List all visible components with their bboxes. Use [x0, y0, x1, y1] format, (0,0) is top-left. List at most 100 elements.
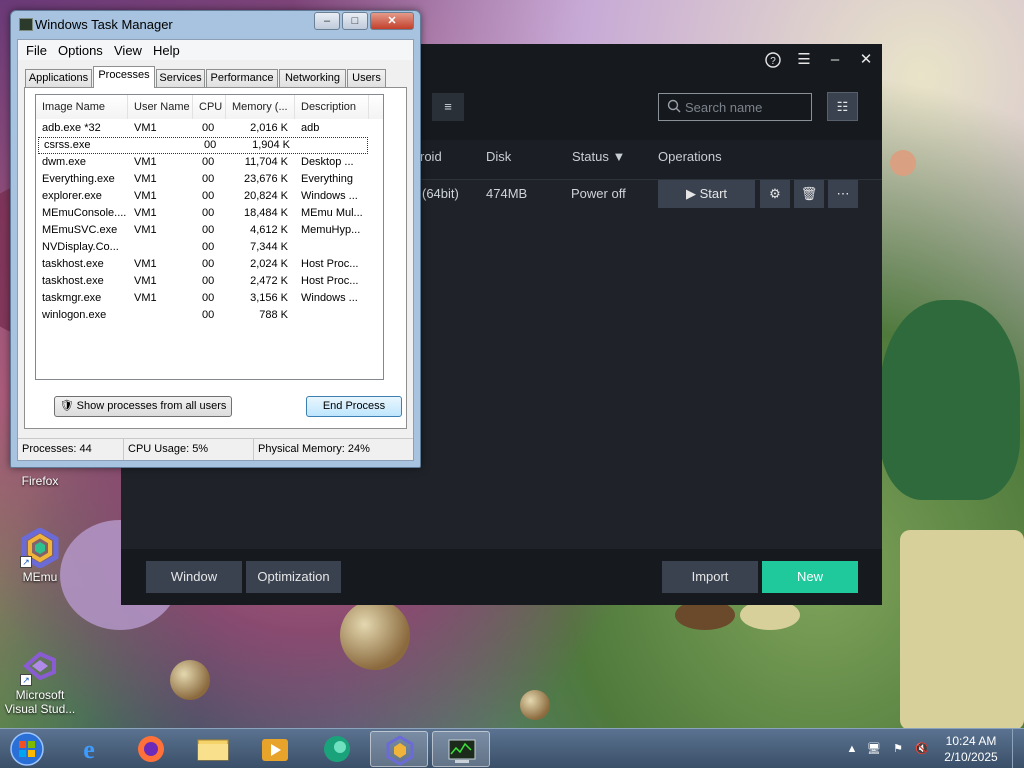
more-icon: ⋯ [836, 186, 850, 201]
process-cpu: 00 [202, 224, 215, 236]
column-status[interactable]: Status ▼ [572, 149, 625, 164]
process-cpu: 00 [202, 309, 215, 321]
process-image-name: taskhost.exe [42, 258, 104, 270]
process-memory: 23,676 K [243, 173, 288, 185]
tab-applications[interactable]: Applications [25, 69, 92, 87]
minimize-button[interactable]: – [314, 12, 340, 30]
filter-icon: ▼ [612, 149, 626, 164]
process-user-name: VM1 [134, 224, 157, 236]
search-input[interactable] [685, 98, 805, 116]
close-button[interactable]: ✕ [370, 12, 414, 30]
process-row[interactable]: MEmuSVC.exe VM1 00 4,612 K MemuHyp... [36, 222, 383, 239]
show-hidden-icons[interactable]: ▲ [845, 742, 859, 756]
process-user-name: VM1 [134, 207, 157, 219]
taskbar-media-player[interactable] [246, 731, 304, 767]
tab-services[interactable]: Services [156, 69, 205, 87]
process-row[interactable]: MEmuConsole.... VM1 00 18,484 K MEmu Mul... [36, 205, 383, 222]
list-view-button[interactable]: ☷ [827, 92, 858, 121]
process-row[interactable]: taskmgr.exe VM1 00 3,156 K Windows ... [36, 290, 383, 307]
process-cpu: 00 [202, 258, 215, 270]
process-list[interactable]: Image Name User Name CPU Memory (... Des… [35, 94, 384, 380]
new-button[interactable]: New [762, 561, 858, 593]
start-button[interactable] [4, 730, 50, 768]
menu-view[interactable]: View [114, 43, 142, 58]
process-row[interactable]: Everything.exe VM1 00 23,676 K Everything [36, 171, 383, 188]
process-image-name: taskmgr.exe [42, 292, 102, 304]
menu-file[interactable]: File [26, 43, 47, 58]
header-user-name[interactable]: User Name [128, 95, 193, 119]
tab-users[interactable]: Users [347, 69, 386, 87]
desktop-icon-memu[interactable]: ↗ MEmu [0, 527, 80, 584]
taskbar-memu[interactable] [370, 731, 428, 767]
task-manager-icon [448, 739, 476, 763]
search-box[interactable] [658, 93, 812, 121]
taskbar-firefox[interactable] [122, 731, 180, 767]
network-icon[interactable]: 🖥 [867, 742, 881, 756]
volume-muted-icon[interactable]: 🔇 [915, 742, 929, 756]
maximize-button[interactable]: □ [342, 12, 368, 30]
header-description[interactable]: Description [295, 95, 369, 119]
process-row[interactable]: explorer.exe VM1 00 20,824 K Windows ... [36, 188, 383, 205]
edge-icon [324, 736, 350, 762]
header-image-name[interactable]: Image Name [36, 95, 128, 119]
close-icon[interactable]: ✕ [857, 51, 875, 69]
tab-networking[interactable]: Networking [279, 69, 346, 87]
header-cpu[interactable]: CPU [193, 95, 226, 119]
file-explorer-icon [197, 739, 229, 761]
taskbar-edge[interactable] [308, 731, 366, 767]
taskbar-internet-explorer[interactable]: e [60, 731, 118, 767]
process-memory: 20,824 K [243, 190, 288, 202]
process-row[interactable]: dwm.exe VM1 00 11,704 K Desktop ... [36, 154, 383, 171]
process-memory: 2,472 K [250, 275, 288, 287]
gear-icon: ⚙ [769, 186, 781, 201]
clock-date: 2/10/2025 [944, 750, 998, 764]
tab-performance[interactable]: Performance [206, 69, 278, 87]
hamburger-button[interactable]: ≡ [432, 93, 464, 121]
clock[interactable]: 10:24 AM 2/10/2025 [935, 733, 1007, 765]
show-all-processes-label: Show processes from all users [76, 400, 227, 412]
desktop-icon-firefox[interactable]: Firefox [0, 474, 80, 488]
start-button[interactable]: ▶ Start [658, 180, 755, 208]
process-image-name: explorer.exe [42, 190, 102, 202]
process-row[interactable]: NVDisplay.Co... 00 7,344 K [36, 239, 383, 256]
settings-button[interactable]: ⚙ [760, 180, 790, 208]
end-process-button[interactable]: End Process [306, 396, 402, 417]
instance-android: (64bit) [422, 186, 459, 201]
memu-icon: ↗ [20, 527, 60, 569]
process-cpu: 00 [202, 241, 215, 253]
help-icon[interactable]: ? [764, 51, 782, 69]
optimization-button[interactable]: Optimization [246, 561, 341, 593]
process-row[interactable]: adb.exe *32 VM1 00 2,016 K adb [36, 120, 383, 137]
desktop-icon-visual-studio[interactable]: ↗ Microsoft Visual Stud... [0, 646, 80, 716]
header-memory[interactable]: Memory (... [226, 95, 295, 119]
process-user-name: VM1 [134, 258, 157, 270]
delete-button[interactable]: 🗑 [794, 180, 824, 208]
menu-help[interactable]: Help [153, 43, 180, 58]
process-memory: 7,344 K [250, 241, 288, 253]
taskbar-file-explorer[interactable] [184, 731, 242, 767]
process-row[interactable]: csrss.exe 00 1,904 K [38, 137, 368, 154]
process-row[interactable]: taskhost.exe VM1 00 2,472 K Host Proc... [36, 273, 383, 290]
more-button[interactable]: ⋯ [828, 180, 858, 208]
import-button[interactable]: Import [662, 561, 758, 593]
process-cpu: 00 [202, 275, 215, 287]
tab-processes[interactable]: Processes [93, 66, 155, 88]
taskbar: e ▲ 🖥 ⚑ 🔇 10:24 AM 2/10/2025 [0, 728, 1024, 768]
process-image-name: csrss.exe [44, 139, 91, 151]
internet-explorer-icon: e [83, 735, 95, 764]
action-center-flag-icon[interactable]: ⚑ [891, 742, 905, 756]
window-button[interactable]: Window [146, 561, 242, 593]
minimize-icon[interactable]: – [826, 51, 844, 69]
header-filler [369, 95, 383, 119]
menu-options[interactable]: Options [58, 43, 103, 58]
show-desktop-button[interactable] [1012, 729, 1024, 768]
svg-text:?: ? [770, 56, 776, 67]
desktop-icon-label: MEmu [22, 570, 58, 584]
taskbar-task-manager[interactable] [432, 731, 490, 767]
process-row[interactable]: taskhost.exe VM1 00 2,024 K Host Proc... [36, 256, 383, 273]
show-all-processes-button[interactable]: 🛡 Show processes from all users [54, 396, 232, 417]
menu-icon[interactable]: ☰ [795, 51, 813, 69]
process-row[interactable]: winlogon.exe 00 788 K [36, 307, 383, 324]
play-icon: ▶ [685, 186, 696, 201]
process-user-name: VM1 [134, 292, 157, 304]
